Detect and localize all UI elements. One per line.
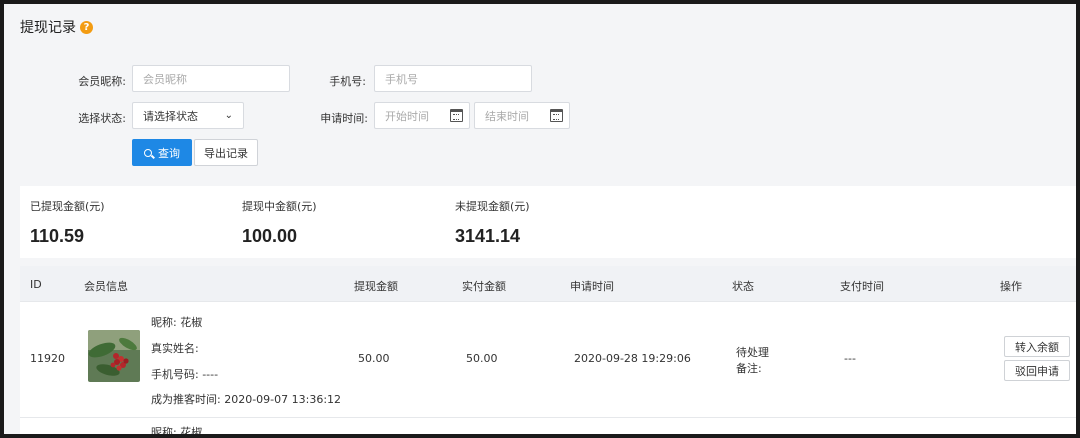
page-header: 提现记录 ? bbox=[4, 4, 1076, 50]
stat-label: 提现中金额(元) bbox=[242, 200, 317, 213]
row-paid: 50.00 bbox=[466, 352, 498, 365]
calendar-icon[interactable] bbox=[550, 109, 563, 122]
apply-time-label: 申请时间: bbox=[320, 112, 368, 125]
phone-label: 手机号: bbox=[329, 75, 366, 88]
export-button[interactable]: 导出记录 bbox=[194, 139, 258, 166]
row-remark: 备注: bbox=[736, 362, 762, 375]
calendar-icon[interactable] bbox=[450, 109, 463, 122]
row-pay-time: --- bbox=[844, 352, 856, 365]
stat-not-withdrawn: 未提现金额(元) 3141.14 bbox=[455, 198, 530, 247]
column-header-member: 会员信息 bbox=[84, 280, 128, 293]
column-header-amount: 提现金额 bbox=[354, 280, 398, 293]
status-select-value: 请选择状态 bbox=[143, 109, 198, 123]
member-phone: 手机号码: ---- bbox=[151, 368, 219, 381]
end-time-placeholder: 结束时间 bbox=[485, 109, 529, 123]
column-header-status: 状态 bbox=[732, 280, 754, 293]
table-header: ID 会员信息 提现金额 实付金额 申请时间 状态 支付时间 操作 bbox=[20, 266, 1076, 302]
chevron-down-icon: ⌄ bbox=[224, 110, 233, 121]
start-time-input[interactable]: 开始时间 bbox=[374, 102, 470, 129]
avatar bbox=[88, 330, 140, 382]
stat-value: 110.59 bbox=[30, 226, 85, 246]
member-nickname-label: 会员昵称: bbox=[78, 75, 126, 88]
end-time-input[interactable]: 结束时间 bbox=[474, 102, 570, 129]
member-real-name: 真实姓名: bbox=[151, 342, 199, 355]
row-amount: 50.00 bbox=[358, 352, 390, 365]
search-button[interactable]: 查询 bbox=[132, 139, 192, 166]
row-apply-time: 2020-09-28 19:29:06 bbox=[574, 352, 691, 365]
row-status: 待处理 bbox=[736, 346, 769, 359]
stats-panel: 已提现金额(元) 110.59 提现中金额(元) 100.00 未提现金额(元)… bbox=[20, 186, 1076, 258]
stat-value: 100.00 bbox=[242, 226, 298, 246]
member-promoter-time: 成为推客时间: 2020-09-07 13:36:12 bbox=[151, 393, 342, 406]
start-time-placeholder: 开始时间 bbox=[385, 109, 429, 123]
help-icon[interactable]: ? bbox=[80, 20, 93, 34]
member-nickname: 昵称: 花椒 bbox=[151, 316, 203, 329]
stat-withdrawn: 已提现金额(元) 110.59 bbox=[30, 198, 105, 247]
status-label: 选择状态: bbox=[78, 112, 126, 125]
phone-input[interactable]: 手机号 bbox=[374, 65, 532, 92]
stat-label: 已提现金额(元) bbox=[30, 200, 105, 213]
column-header-paid: 实付金额 bbox=[462, 280, 506, 293]
reject-request-button[interactable]: 驳回申请 bbox=[1004, 360, 1070, 381]
next-row-nickname: 昵称: 花椒 bbox=[151, 426, 203, 434]
search-icon bbox=[144, 148, 152, 157]
table-row: 11920 昵称: 花椒 真实姓名: 手机号码: ---- 成为推客时间: 20… bbox=[20, 302, 1076, 418]
page-title: 提现记录 bbox=[20, 20, 76, 36]
transfer-balance-button[interactable]: 转入余额 bbox=[1004, 336, 1070, 357]
stat-value: 3141.14 bbox=[455, 226, 521, 246]
column-header-actions: 操作 bbox=[1000, 280, 1022, 293]
status-select[interactable]: 请选择状态 ⌄ bbox=[132, 102, 244, 129]
row-id: 11920 bbox=[30, 352, 65, 365]
column-header-id: ID bbox=[30, 278, 42, 291]
stat-label: 未提现金额(元) bbox=[455, 200, 530, 213]
withdraw-table: ID 会员信息 提现金额 实付金额 申请时间 状态 支付时间 操作 11920 bbox=[20, 266, 1076, 434]
column-header-pay-time: 支付时间 bbox=[840, 280, 884, 293]
stat-withdrawing: 提现中金额(元) 100.00 bbox=[242, 198, 317, 247]
filter-form: 会员昵称: 会员昵称 手机号: 手机号 选择状态: 请选择状态 ⌄ 申请时间: … bbox=[4, 50, 1076, 180]
search-button-label: 查询 bbox=[158, 146, 180, 160]
main-frame: 提现记录 ? 会员昵称: 会员昵称 手机号: 手机号 选择状态: 请选择状态 ⌄… bbox=[4, 4, 1076, 434]
column-header-apply-time: 申请时间 bbox=[570, 280, 614, 293]
member-nickname-input[interactable]: 会员昵称 bbox=[132, 65, 290, 92]
